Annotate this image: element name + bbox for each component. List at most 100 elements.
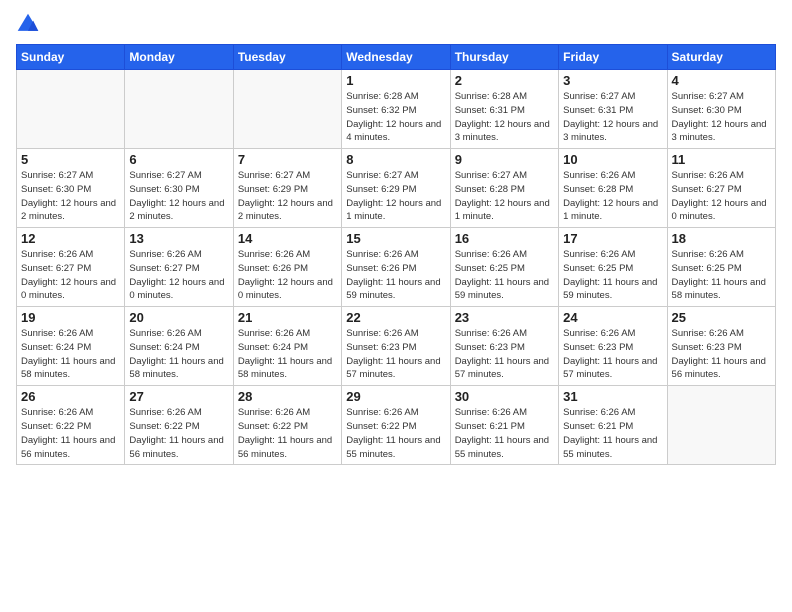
calendar-cell: 19Sunrise: 6:26 AM Sunset: 6:24 PM Dayli… (17, 307, 125, 386)
day-info: Sunrise: 6:26 AM Sunset: 6:22 PM Dayligh… (129, 406, 228, 461)
calendar-cell: 16Sunrise: 6:26 AM Sunset: 6:25 PM Dayli… (450, 228, 558, 307)
day-number: 29 (346, 389, 445, 404)
calendar-cell: 3Sunrise: 6:27 AM Sunset: 6:31 PM Daylig… (559, 70, 667, 149)
weekday-header-friday: Friday (559, 45, 667, 70)
day-info: Sunrise: 6:26 AM Sunset: 6:28 PM Dayligh… (563, 169, 662, 224)
day-info: Sunrise: 6:26 AM Sunset: 6:23 PM Dayligh… (455, 327, 554, 382)
day-info: Sunrise: 6:26 AM Sunset: 6:21 PM Dayligh… (455, 406, 554, 461)
day-number: 25 (672, 310, 771, 325)
day-number: 14 (238, 231, 337, 246)
day-info: Sunrise: 6:26 AM Sunset: 6:25 PM Dayligh… (455, 248, 554, 303)
weekday-header-monday: Monday (125, 45, 233, 70)
day-number: 15 (346, 231, 445, 246)
logo-icon (16, 12, 40, 36)
day-number: 23 (455, 310, 554, 325)
day-info: Sunrise: 6:26 AM Sunset: 6:25 PM Dayligh… (672, 248, 771, 303)
weekday-header-tuesday: Tuesday (233, 45, 341, 70)
calendar-cell: 4Sunrise: 6:27 AM Sunset: 6:30 PM Daylig… (667, 70, 775, 149)
day-number: 2 (455, 73, 554, 88)
calendar-cell: 20 Sunrise: 6:26 AM Sunset: 6:24 PM Dayli… (125, 307, 233, 386)
day-info: Sunrise: 6:27 AM Sunset: 6:30 PM Dayligh… (21, 169, 120, 224)
day-info: Sunrise: 6:26 AM Sunset: 6:21 PM Dayligh… (563, 406, 662, 461)
day-info: Sunrise: 6:27 AM Sunset: 6:29 PM Dayligh… (346, 169, 445, 224)
day-number: 21 (238, 310, 337, 325)
calendar-cell (233, 70, 341, 149)
weekday-header-saturday: Saturday (667, 45, 775, 70)
weekday-header-sunday: Sunday (17, 45, 125, 70)
day-info: Sunrise: 6:28 AM Sunset: 6:31 PM Dayligh… (455, 90, 554, 145)
day-info: Sunrise: 6:26 AM Sunset: 6:26 PM Dayligh… (346, 248, 445, 303)
calendar-cell: 25 Sunrise: 6:26 AM Sunset: 6:23 PM Dayli… (667, 307, 775, 386)
logo (16, 12, 44, 36)
week-row-4: 26 Sunrise: 6:26 AM Sunset: 6:22 PM Dayli… (17, 386, 776, 465)
day-number: 13 (129, 231, 228, 246)
calendar-cell: 10Sunrise: 6:26 AM Sunset: 6:28 PM Dayli… (559, 149, 667, 228)
day-number: 11 (672, 152, 771, 167)
calendar-cell: 18Sunrise: 6:26 AM Sunset: 6:25 PM Dayli… (667, 228, 775, 307)
calendar-cell: 31 Sunrise: 6:26 AM Sunset: 6:21 PM Dayli… (559, 386, 667, 465)
day-number: 17 (563, 231, 662, 246)
day-number: 20 (129, 310, 228, 325)
day-number: 3 (563, 73, 662, 88)
calendar-cell: 11 Sunrise: 6:26 AM Sunset: 6:27 PM Dayli… (667, 149, 775, 228)
day-info: Sunrise: 6:27 AM Sunset: 6:30 PM Dayligh… (672, 90, 771, 145)
day-info: Sunrise: 6:26 AM Sunset: 6:22 PM Dayligh… (346, 406, 445, 461)
week-row-2: 12 Sunrise: 6:26 AM Sunset: 6:27 PM Dayli… (17, 228, 776, 307)
day-number: 24 (563, 310, 662, 325)
day-info: Sunrise: 6:26 AM Sunset: 6:24 PM Dayligh… (21, 327, 120, 382)
weekday-header-wednesday: Wednesday (342, 45, 450, 70)
calendar-cell: 5 Sunrise: 6:27 AM Sunset: 6:30 PM Daylig… (17, 149, 125, 228)
calendar-cell: 15 Sunrise: 6:26 AM Sunset: 6:26 PM Dayli… (342, 228, 450, 307)
calendar-cell: 6 Sunrise: 6:27 AM Sunset: 6:30 PM Daylig… (125, 149, 233, 228)
calendar-cell: 7Sunrise: 6:27 AM Sunset: 6:29 PM Daylig… (233, 149, 341, 228)
weekday-header-row: SundayMondayTuesdayWednesdayThursdayFrid… (17, 45, 776, 70)
day-number: 6 (129, 152, 228, 167)
calendar-cell: 29 Sunrise: 6:26 AM Sunset: 6:22 PM Dayli… (342, 386, 450, 465)
day-number: 26 (21, 389, 120, 404)
week-row-1: 5 Sunrise: 6:27 AM Sunset: 6:30 PM Daylig… (17, 149, 776, 228)
day-info: Sunrise: 6:26 AM Sunset: 6:25 PM Dayligh… (563, 248, 662, 303)
header (16, 12, 776, 36)
day-info: Sunrise: 6:26 AM Sunset: 6:23 PM Dayligh… (563, 327, 662, 382)
day-number: 9 (455, 152, 554, 167)
day-number: 8 (346, 152, 445, 167)
week-row-3: 19Sunrise: 6:26 AM Sunset: 6:24 PM Dayli… (17, 307, 776, 386)
weekday-header-thursday: Thursday (450, 45, 558, 70)
week-row-0: 1Sunrise: 6:28 AM Sunset: 6:32 PM Daylig… (17, 70, 776, 149)
calendar-cell: 8 Sunrise: 6:27 AM Sunset: 6:29 PM Daylig… (342, 149, 450, 228)
day-info: Sunrise: 6:28 AM Sunset: 6:32 PM Dayligh… (346, 90, 445, 145)
day-number: 30 (455, 389, 554, 404)
calendar: SundayMondayTuesdayWednesdayThursdayFrid… (16, 44, 776, 465)
day-info: Sunrise: 6:26 AM Sunset: 6:24 PM Dayligh… (238, 327, 337, 382)
calendar-cell: 12Sunrise: 6:26 AM Sunset: 6:27 PM Dayli… (17, 228, 125, 307)
calendar-cell: 14 Sunrise: 6:26 AM Sunset: 6:26 PM Dayli… (233, 228, 341, 307)
day-info: Sunrise: 6:26 AM Sunset: 6:27 PM Dayligh… (672, 169, 771, 224)
calendar-cell: 27 Sunrise: 6:26 AM Sunset: 6:22 PM Dayli… (125, 386, 233, 465)
day-number: 22 (346, 310, 445, 325)
page: SundayMondayTuesdayWednesdayThursdayFrid… (0, 0, 792, 612)
day-number: 27 (129, 389, 228, 404)
calendar-cell: 28Sunrise: 6:26 AM Sunset: 6:22 PM Dayli… (233, 386, 341, 465)
day-info: Sunrise: 6:26 AM Sunset: 6:26 PM Dayligh… (238, 248, 337, 303)
calendar-cell: 2 Sunrise: 6:28 AM Sunset: 6:31 PM Daylig… (450, 70, 558, 149)
day-info: Sunrise: 6:27 AM Sunset: 6:30 PM Dayligh… (129, 169, 228, 224)
calendar-cell: 30 Sunrise: 6:26 AM Sunset: 6:21 PM Dayli… (450, 386, 558, 465)
day-info: Sunrise: 6:26 AM Sunset: 6:27 PM Dayligh… (129, 248, 228, 303)
day-number: 31 (563, 389, 662, 404)
day-info: Sunrise: 6:27 AM Sunset: 6:28 PM Dayligh… (455, 169, 554, 224)
calendar-cell (125, 70, 233, 149)
day-info: Sunrise: 6:26 AM Sunset: 6:22 PM Dayligh… (21, 406, 120, 461)
calendar-cell: 17 Sunrise: 6:26 AM Sunset: 6:25 PM Dayli… (559, 228, 667, 307)
day-number: 12 (21, 231, 120, 246)
day-number: 7 (238, 152, 337, 167)
day-info: Sunrise: 6:26 AM Sunset: 6:23 PM Dayligh… (672, 327, 771, 382)
calendar-cell: 22 Sunrise: 6:26 AM Sunset: 6:23 PM Dayli… (342, 307, 450, 386)
calendar-cell (667, 386, 775, 465)
day-number: 5 (21, 152, 120, 167)
calendar-cell: 23 Sunrise: 6:26 AM Sunset: 6:23 PM Dayli… (450, 307, 558, 386)
day-info: Sunrise: 6:26 AM Sunset: 6:24 PM Dayligh… (129, 327, 228, 382)
day-info: Sunrise: 6:26 AM Sunset: 6:22 PM Dayligh… (238, 406, 337, 461)
calendar-cell: 21 Sunrise: 6:26 AM Sunset: 6:24 PM Dayli… (233, 307, 341, 386)
calendar-cell: 1Sunrise: 6:28 AM Sunset: 6:32 PM Daylig… (342, 70, 450, 149)
day-info: Sunrise: 6:26 AM Sunset: 6:23 PM Dayligh… (346, 327, 445, 382)
